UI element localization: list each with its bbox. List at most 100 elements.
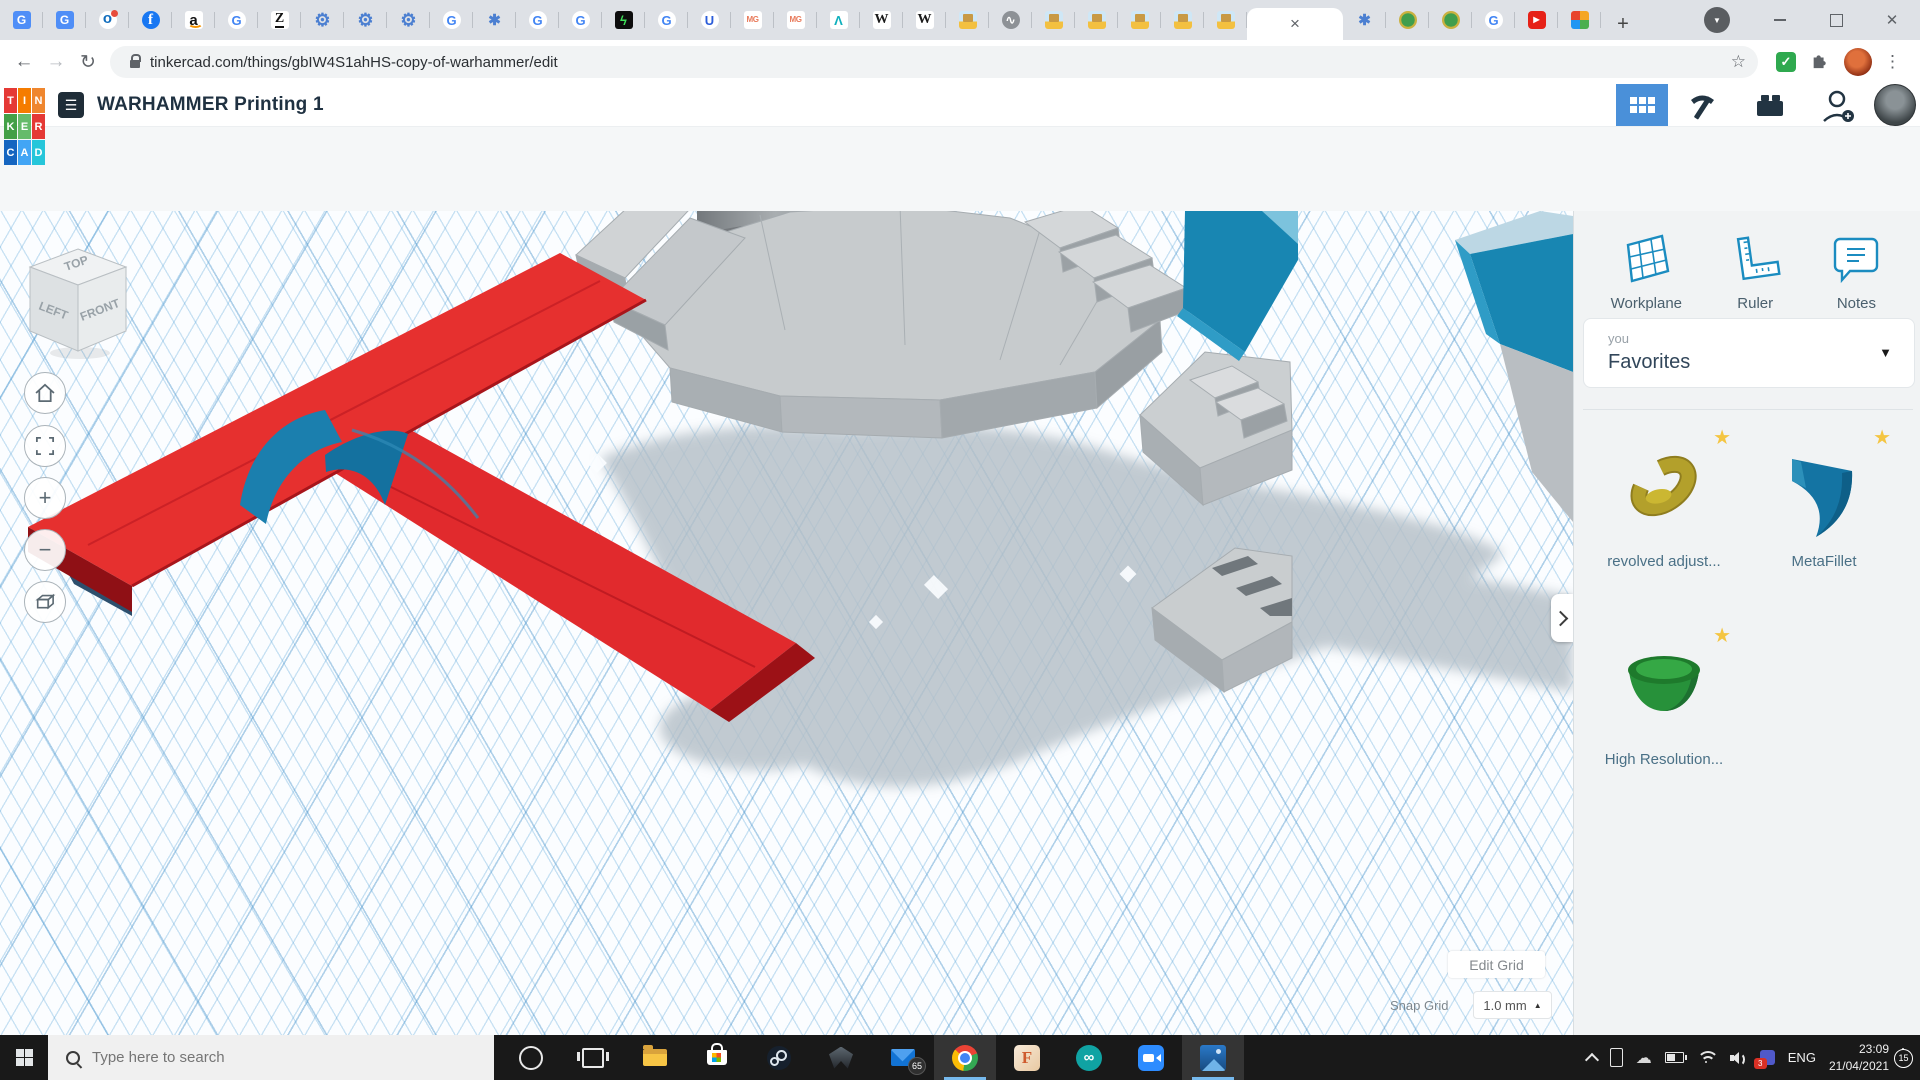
user-avatar[interactable]: [1874, 84, 1916, 126]
tab-emblem[interactable]: [1429, 4, 1472, 36]
taskbar-app-cortana[interactable]: [500, 1035, 562, 1080]
design-title[interactable]: WARHAMMER Printing 1: [97, 94, 324, 116]
bookmark-star-icon[interactable]: ☆: [1731, 52, 1746, 72]
tab-gear[interactable]: [387, 4, 430, 36]
tab-robot[interactable]: [1204, 4, 1247, 36]
taskbar-app-file-explorer[interactable]: [624, 1035, 686, 1080]
tab-mg[interactable]: [774, 4, 817, 36]
tab-ultimaker[interactable]: [688, 4, 731, 36]
tab-flower[interactable]: [1343, 4, 1386, 36]
tab-robot[interactable]: [1032, 4, 1075, 36]
wifi-icon[interactable]: [1697, 1050, 1717, 1065]
tab-tinkercad[interactable]: [1558, 4, 1601, 36]
panel-collapse-button[interactable]: [1551, 594, 1573, 642]
tab-robot[interactable]: [1161, 4, 1204, 36]
notes-tool[interactable]: Notes: [1828, 231, 1884, 312]
action-center-button[interactable]: 15: [1902, 1049, 1904, 1067]
tab-close-icon[interactable]: ×: [1286, 14, 1304, 34]
omnibox[interactable]: tinkercad.com/things/gbIW4S1ahHS-copy-of…: [110, 46, 1758, 78]
taskbar-app-chrome[interactable]: [934, 1035, 996, 1080]
tab-google[interactable]: [559, 4, 602, 36]
extensions-puzzle-icon[interactable]: [1810, 52, 1830, 72]
shape-tile-high-resolution[interactable]: ★ High Resolution...: [1589, 623, 1739, 793]
home-view-button[interactable]: [24, 372, 66, 414]
new-tab-button[interactable]: +: [1609, 10, 1637, 38]
shape-tile-metafillet[interactable]: ★ MetaFillet: [1749, 425, 1899, 595]
tab-gear[interactable]: [301, 4, 344, 36]
tab-google[interactable]: [215, 4, 258, 36]
zoom-in-button[interactable]: +: [24, 477, 66, 519]
taskbar-app-steam[interactable]: [748, 1035, 810, 1080]
https-lock-icon[interactable]: [130, 60, 140, 68]
tab-autodesk[interactable]: [817, 4, 860, 36]
tab-google[interactable]: [645, 4, 688, 36]
design-list-icon[interactable]: ☰: [58, 92, 84, 118]
tab-google[interactable]: [516, 4, 559, 36]
forward-button[interactable]: →: [40, 51, 72, 73]
onedrive-cloud-icon[interactable]: ☁: [1636, 1048, 1652, 1068]
profile-caret-icon[interactable]: ▼: [1704, 7, 1730, 33]
taskbar-app-fusion-360[interactable]: [996, 1035, 1058, 1080]
url-text[interactable]: tinkercad.com/things/gbIW4S1ahHS-copy-of…: [150, 54, 558, 71]
teams-icon[interactable]: 3: [1760, 1050, 1775, 1065]
start-button[interactable]: [0, 1035, 48, 1080]
language-indicator[interactable]: ENG: [1788, 1050, 1816, 1065]
taskbar-app-infinity[interactable]: [1058, 1035, 1120, 1080]
maximize-button[interactable]: [1808, 1, 1864, 39]
ruler-tool[interactable]: Ruler: [1727, 231, 1783, 312]
shape-collection-dropdown[interactable]: you Favorites ▼: [1583, 318, 1915, 388]
taskbar-app-zoom-camera[interactable]: [1120, 1035, 1182, 1080]
favorite-star-icon[interactable]: ★: [1713, 623, 1731, 648]
favorite-star-icon[interactable]: ★: [1713, 425, 1731, 450]
bricks-button[interactable]: [1736, 88, 1804, 122]
tab-wikipedia[interactable]: [903, 4, 946, 36]
invite-person-button[interactable]: [1804, 87, 1872, 123]
minimize-button[interactable]: [1752, 1, 1808, 39]
back-button[interactable]: ←: [8, 51, 40, 73]
workplane-tool[interactable]: Workplane: [1611, 231, 1682, 312]
tab-outlook[interactable]: [86, 4, 129, 36]
workplane-view-button[interactable]: [24, 581, 66, 623]
browser-profile-avatar[interactable]: [1844, 48, 1872, 76]
tab-google[interactable]: [430, 4, 473, 36]
tab-translate[interactable]: [0, 4, 43, 36]
tab-mg[interactable]: [731, 4, 774, 36]
tray-expand-icon[interactable]: [1585, 1052, 1599, 1066]
taskbar-app-predator[interactable]: [810, 1035, 872, 1080]
tab-flower[interactable]: [473, 4, 516, 36]
blocks-minecraft-button[interactable]: [1668, 88, 1736, 122]
editor-grid-view-button[interactable]: [1616, 84, 1668, 126]
tab-translate[interactable]: [43, 4, 86, 36]
clock[interactable]: 23:09 21/04/2021: [1829, 1041, 1889, 1073]
taskbar-app-store[interactable]: [686, 1035, 748, 1080]
tab-amazon[interactable]: [172, 4, 215, 36]
taskbar-search[interactable]: [48, 1035, 494, 1080]
zoom-out-button[interactable]: −: [24, 529, 66, 571]
volume-icon[interactable]: [1730, 1050, 1747, 1065]
tab-globe[interactable]: [989, 4, 1032, 36]
taskbar-app-task-view[interactable]: [562, 1035, 624, 1080]
tab-robot[interactable]: [1075, 4, 1118, 36]
search-input[interactable]: [90, 1048, 454, 1067]
tab-bolt[interactable]: [602, 4, 645, 36]
taskbar-app-mail[interactable]: 65: [872, 1035, 934, 1080]
tab-facebook[interactable]: [129, 4, 172, 36]
view-cube[interactable]: TOP LEFT FRONT: [22, 243, 134, 361]
phone-icon[interactable]: [1610, 1048, 1623, 1067]
tinkercad-logo[interactable]: TINKERCAD: [4, 88, 45, 165]
browser-menu-icon[interactable]: ⋮: [1884, 52, 1901, 72]
fit-view-button[interactable]: [24, 425, 66, 467]
tab-robot[interactable]: [1118, 4, 1161, 36]
tab-zlibrary[interactable]: [258, 4, 301, 36]
tab-youtube[interactable]: [1515, 4, 1558, 36]
taskbar-app-photos[interactable]: [1182, 1035, 1244, 1080]
3d-viewport[interactable]: TOP LEFT FRONT + − Edit Grid Snap Grid 1…: [0, 211, 1573, 1035]
favorite-star-icon[interactable]: ★: [1873, 425, 1891, 450]
active-tab[interactable]: ×: [1247, 8, 1343, 40]
tab-gear[interactable]: [344, 4, 387, 36]
checkmark-extension-icon[interactable]: ✓: [1776, 52, 1796, 72]
snap-grid-dropdown[interactable]: 1.0 mm ▲: [1473, 991, 1552, 1019]
tab-robot[interactable]: [946, 4, 989, 36]
reload-button[interactable]: ↻: [72, 51, 104, 74]
edit-grid-button[interactable]: Edit Grid: [1448, 951, 1545, 978]
